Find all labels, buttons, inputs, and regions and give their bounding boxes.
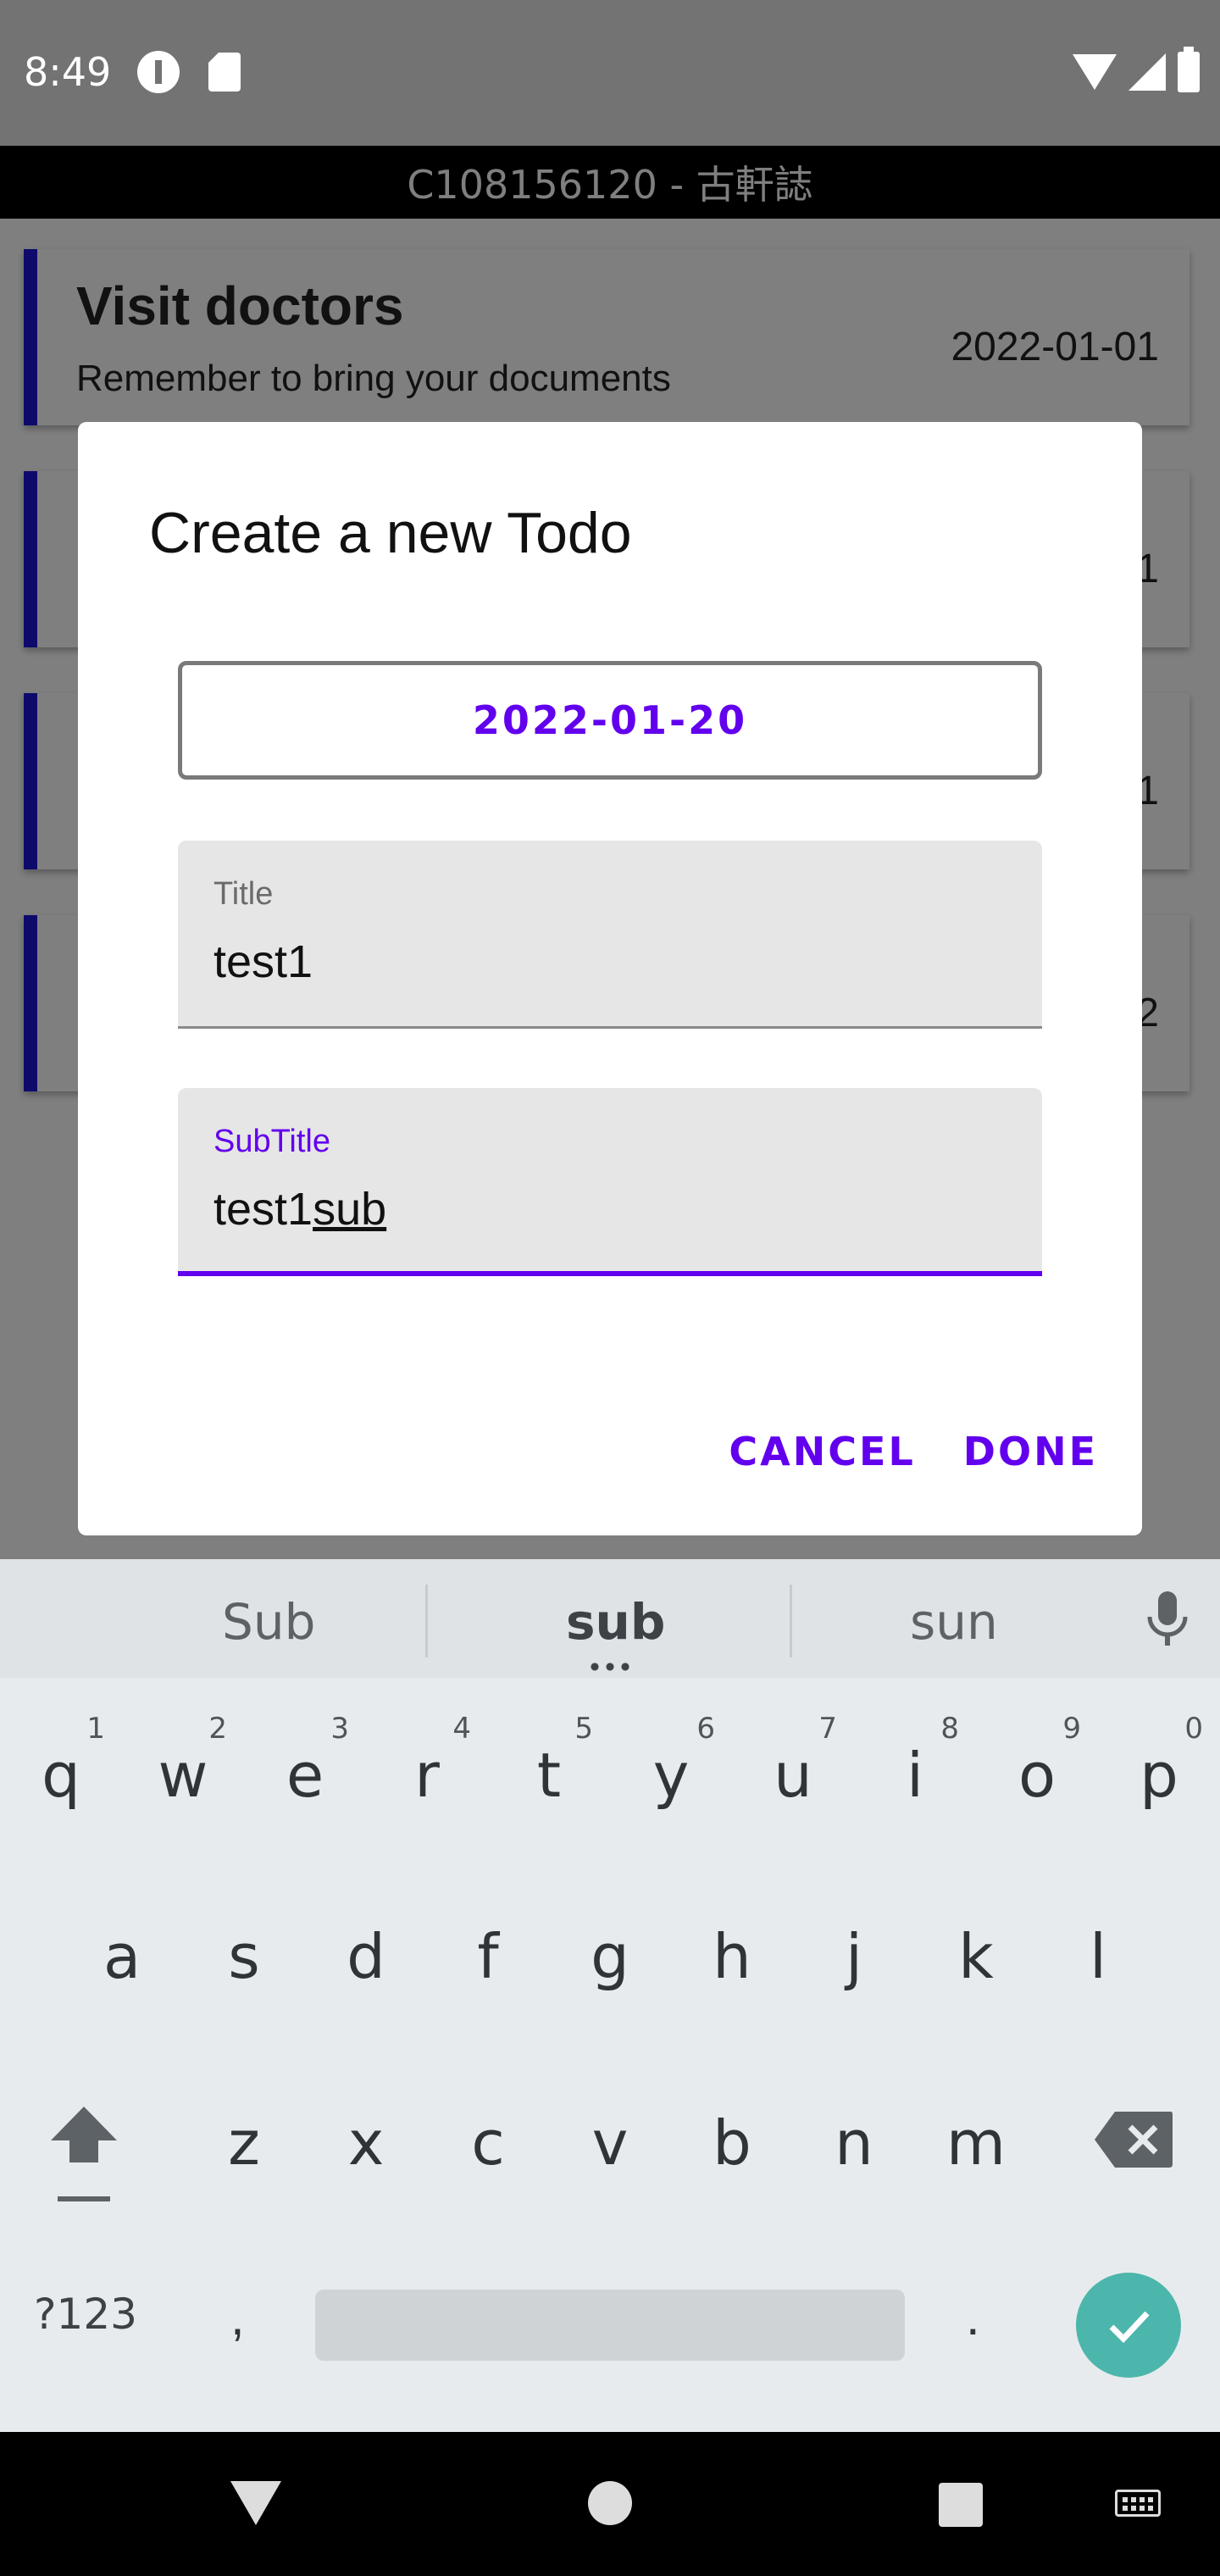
key-m[interactable]: m (925, 2071, 1027, 2215)
suggestion-divider (790, 1585, 792, 1657)
suggestion-strip: Sub sub sun (0, 1559, 1220, 1678)
cell-signal-icon (1128, 53, 1166, 91)
notification-icon (137, 51, 180, 93)
create-todo-dialog: Create a new Todo 2022-01-20 Title test1… (78, 422, 1142, 1535)
key-label: o (1018, 1740, 1056, 1811)
key-hint: 6 (696, 1712, 715, 1746)
key-label: w (158, 1740, 208, 1811)
subtitle-field[interactable]: SubTitle test1sub (178, 1088, 1042, 1276)
key-label: e (286, 1740, 324, 1811)
symbols-key[interactable]: ?123 (34, 2290, 137, 2339)
key-d[interactable]: d (315, 1885, 417, 2029)
home-icon[interactable] (588, 2481, 632, 2525)
key-i[interactable]: i8 (864, 1703, 966, 1847)
done-button[interactable]: DONE (963, 1429, 1098, 1474)
title-field[interactable]: Title test1 (178, 841, 1042, 1029)
key-w[interactable]: w2 (132, 1703, 234, 1847)
key-v[interactable]: v (559, 2071, 661, 2215)
backspace-icon[interactable] (1093, 2110, 1174, 2169)
dialog-title: Create a new Todo (149, 501, 632, 565)
key-label: i (906, 1740, 923, 1811)
sd-card-icon (208, 53, 241, 92)
key-b[interactable]: b (681, 2071, 783, 2215)
cancel-button[interactable]: CANCEL (729, 1429, 915, 1474)
enter-key[interactable] (1076, 2273, 1181, 2378)
shift-icon[interactable] (46, 2101, 122, 2212)
key-s[interactable]: s (193, 1885, 295, 2029)
dialog-actions: CANCEL DONE (729, 1429, 1098, 1474)
more-suggestions-icon[interactable] (587, 1663, 633, 1671)
key-l[interactable]: l (1047, 1885, 1149, 2029)
status-time: 8:49 (24, 49, 112, 95)
wifi-icon (1073, 54, 1117, 90)
comma-key[interactable]: , (230, 2288, 245, 2346)
key-hint: 2 (208, 1712, 227, 1746)
key-z[interactable]: z (193, 2071, 295, 2215)
key-a[interactable]: a (71, 1885, 173, 2029)
space-key[interactable] (315, 2290, 905, 2361)
key-label: r (414, 1740, 440, 1811)
subtitle-value-text: test1 (214, 1184, 313, 1235)
key-k[interactable]: k (925, 1885, 1027, 2029)
suggestion-left[interactable]: Sub (222, 1593, 315, 1651)
battery-icon (1178, 47, 1200, 92)
key-hint: 3 (330, 1712, 349, 1746)
check-icon (1109, 2311, 1150, 2344)
subtitle-field-label: SubTitle (214, 1124, 330, 1159)
suggestion-divider (425, 1585, 428, 1657)
title-field-label: Title (214, 876, 274, 912)
period-key[interactable]: . (966, 2288, 980, 2346)
status-bar: 8:49 (0, 0, 1220, 146)
key-f[interactable]: f (437, 1885, 539, 2029)
key-label: u (774, 1740, 812, 1811)
key-u[interactable]: u7 (742, 1703, 844, 1847)
key-hint: 9 (1062, 1712, 1081, 1746)
microphone-icon[interactable] (1144, 1591, 1191, 1647)
suggestion-center[interactable]: sub (566, 1593, 665, 1651)
suggestion-right[interactable]: sun (910, 1593, 998, 1651)
key-q[interactable]: q1 (10, 1703, 112, 1847)
key-n[interactable]: n (803, 2071, 905, 2215)
date-picker-button[interactable]: 2022-01-20 (178, 661, 1042, 780)
key-h[interactable]: h (681, 1885, 783, 2029)
key-hint: 8 (940, 1712, 959, 1746)
key-hint: 7 (818, 1712, 837, 1746)
key-y[interactable]: y6 (620, 1703, 722, 1847)
key-e[interactable]: e3 (254, 1703, 356, 1847)
subtitle-field-value: test1sub (214, 1183, 386, 1235)
recents-icon[interactable] (939, 2483, 983, 2527)
key-label: t (536, 1740, 562, 1811)
subtitle-composing-text: sub (313, 1184, 387, 1235)
key-label: y (652, 1740, 690, 1811)
key-r[interactable]: r4 (376, 1703, 478, 1847)
key-x[interactable]: x (315, 2071, 417, 2215)
status-indicators (1073, 47, 1200, 93)
key-o[interactable]: o9 (986, 1703, 1088, 1847)
key-j[interactable]: j (803, 1885, 905, 2029)
title-field-value: test1 (214, 936, 313, 987)
key-hint: 1 (86, 1712, 105, 1746)
key-hint: 4 (452, 1712, 471, 1746)
key-label: p (1140, 1740, 1178, 1811)
key-g[interactable]: g (559, 1885, 661, 2029)
key-t[interactable]: t5 (498, 1703, 600, 1847)
keyboard-icon[interactable] (1115, 2490, 1161, 2517)
key-hint: 0 (1184, 1712, 1203, 1746)
key-hint: 5 (574, 1712, 593, 1746)
key-c[interactable]: c (437, 2071, 539, 2215)
key-label: q (42, 1740, 80, 1811)
key-p[interactable]: p0 (1108, 1703, 1210, 1847)
back-icon[interactable] (230, 2481, 281, 2525)
